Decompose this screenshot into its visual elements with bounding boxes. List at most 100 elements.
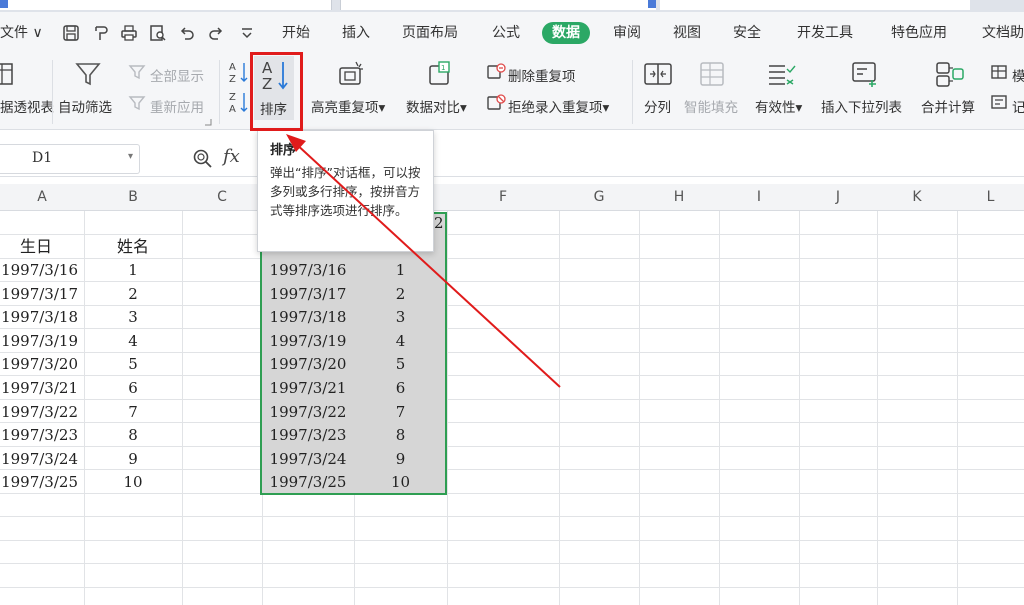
column-header-k[interactable]: K [877, 184, 957, 211]
table-cell-name[interactable]: 5 [84, 353, 182, 377]
merge-calc-button[interactable]: 合并计算 [921, 96, 975, 116]
column-header-j[interactable]: J [799, 184, 877, 211]
table-cell-name[interactable]: 3 [84, 306, 182, 330]
customize-dropdown-icon[interactable] [238, 24, 256, 42]
table-cell-name[interactable]: 7 [84, 401, 182, 425]
table-cell-birthday[interactable]: 1997/3/16 [0, 259, 84, 283]
table-cell-name-copy[interactable]: 5 [354, 353, 447, 377]
sort-ascending-icon[interactable]: AZ [228, 60, 250, 84]
table-cell-name[interactable]: 10 [84, 471, 182, 495]
table-cell-name-copy[interactable]: 1 [354, 259, 447, 283]
redo-icon[interactable] [207, 24, 225, 42]
table-cell-name[interactable]: 9 [84, 448, 182, 472]
table-cell-birthday-copy[interactable]: 1997/3/21 [262, 377, 354, 401]
table-cell-name[interactable]: 4 [84, 330, 182, 354]
table-cell-name-copy[interactable]: 9 [354, 448, 447, 472]
table-cell-birthday-copy[interactable]: 1997/3/24 [262, 448, 354, 472]
column-header-f[interactable]: F [447, 184, 559, 211]
name-box[interactable]: D1 ▾ [0, 144, 140, 174]
menu-data[interactable]: 数据 [542, 22, 590, 44]
record-button[interactable]: 记 [1012, 96, 1024, 116]
table-cell-name-copy[interactable]: 7 [354, 401, 447, 425]
template-button[interactable]: 模 [1012, 65, 1024, 85]
table-cell-birthday-copy[interactable]: 1997/3/16 [262, 259, 354, 283]
table-cell-birthday-copy[interactable]: 1997/3/20 [262, 353, 354, 377]
menu-start[interactable]: 开始 [282, 22, 310, 44]
zoom-search-icon[interactable] [192, 148, 214, 170]
menu-formula[interactable]: 公式 [492, 22, 520, 44]
table-cell-birthday[interactable]: 1997/3/21 [0, 377, 84, 401]
table-cell-name-copy[interactable]: 8 [354, 424, 447, 448]
menu-view[interactable]: 视图 [673, 22, 701, 44]
cell-a1-birthday[interactable]: 生日 [20, 235, 52, 259]
column-header-a[interactable]: A [0, 184, 84, 211]
table-cell-birthday[interactable]: 1997/3/19 [0, 330, 84, 354]
table-cell-birthday-copy[interactable]: 1997/3/18 [262, 306, 354, 330]
menu-developer[interactable]: 开发工具 [797, 22, 853, 44]
document-tab-2[interactable] [340, 0, 656, 10]
menu-bar: 文件 ∨ 开始 插入 页面布局 公式 数据 审阅 视图 安全 开发工具 特色应用… [0, 12, 1024, 54]
table-cell-name[interactable]: 1 [84, 259, 182, 283]
column-header-l[interactable]: L [957, 184, 1024, 211]
table-cell-birthday[interactable]: 1997/3/17 [0, 283, 84, 307]
table-cell-name-copy[interactable]: 10 [354, 471, 447, 495]
table-cell-name[interactable]: 6 [84, 377, 182, 401]
column-header-i[interactable]: I [719, 184, 799, 211]
menu-page-layout[interactable]: 页面布局 [402, 22, 458, 44]
table-cell-birthday[interactable]: 1997/3/23 [0, 424, 84, 448]
table-cell-birthday[interactable]: 1997/3/20 [0, 353, 84, 377]
table-cell-name-copy[interactable]: 4 [354, 330, 447, 354]
data-compare-button[interactable]: 数据对比▾ [406, 96, 467, 116]
show-all-button[interactable]: 全部显示 [150, 65, 204, 85]
column-header-b[interactable]: B [84, 184, 182, 211]
auto-filter-button[interactable]: 自动筛选 [58, 96, 112, 116]
table-cell-birthday[interactable]: 1997/3/25 [0, 471, 84, 495]
table-cell-birthday[interactable]: 1997/3/18 [0, 306, 84, 330]
cell-e-partial[interactable]: 2 [434, 212, 444, 236]
undo-icon[interactable] [178, 24, 196, 42]
chevron-down-icon[interactable]: ▾ [128, 151, 133, 162]
format-painter-icon[interactable] [92, 24, 110, 42]
table-cell-name-copy[interactable]: 2 [354, 283, 447, 307]
menu-review[interactable]: 审阅 [613, 22, 641, 44]
menu-special[interactable]: 特色应用 [891, 22, 947, 44]
insert-function-button[interactable]: fx [223, 146, 240, 167]
column-header-c[interactable]: C [182, 184, 262, 211]
pivot-table-button[interactable]: 据透视表 [0, 96, 54, 116]
table-cell-name-copy[interactable]: 3 [354, 306, 447, 330]
split-column-button[interactable]: 分列 [644, 96, 671, 116]
print-preview-icon[interactable] [149, 24, 167, 42]
table-cell-birthday-copy[interactable]: 1997/3/17 [262, 283, 354, 307]
svg-text:A: A [229, 104, 236, 114]
menu-insert[interactable]: 插入 [342, 22, 370, 44]
column-header-g[interactable]: G [559, 184, 639, 211]
column-header-h[interactable]: H [639, 184, 719, 211]
table-cell-birthday-copy[interactable]: 1997/3/19 [262, 330, 354, 354]
table-cell-birthday[interactable]: 1997/3/22 [0, 401, 84, 425]
document-tab-3[interactable] [660, 0, 970, 10]
menu-doc-assistant[interactable]: 文档助 [982, 22, 1024, 44]
sort-descending-icon[interactable]: ZA [228, 90, 250, 114]
validity-button[interactable]: 有效性▾ [755, 96, 802, 116]
grid-row-line [0, 234, 1024, 235]
insert-dropdown-button[interactable]: 插入下拉列表 [821, 96, 902, 116]
save-icon[interactable] [62, 24, 80, 42]
reject-duplicates-button[interactable]: 拒绝录入重复项▾ [508, 96, 609, 116]
smart-fill-button[interactable]: 智能填充 [684, 96, 738, 116]
print-icon[interactable] [120, 24, 138, 42]
table-cell-birthday-copy[interactable]: 1997/3/25 [262, 471, 354, 495]
document-tab[interactable] [0, 0, 332, 10]
group-expand-icon[interactable] [204, 118, 212, 126]
table-cell-name[interactable]: 8 [84, 424, 182, 448]
table-cell-birthday-copy[interactable]: 1997/3/23 [262, 424, 354, 448]
table-cell-name-copy[interactable]: 6 [354, 377, 447, 401]
cell-b1-name[interactable]: 姓名 [117, 235, 149, 259]
table-cell-name[interactable]: 2 [84, 283, 182, 307]
table-cell-birthday-copy[interactable]: 1997/3/22 [262, 401, 354, 425]
file-menu[interactable]: 文件 ∨ [0, 22, 43, 44]
reapply-button[interactable]: 重新应用 [150, 96, 204, 116]
table-cell-birthday[interactable]: 1997/3/24 [0, 448, 84, 472]
menu-security[interactable]: 安全 [733, 22, 761, 44]
remove-duplicates-button[interactable]: 删除重复项 [508, 65, 576, 85]
highlight-duplicates-button[interactable]: 高亮重复项▾ [311, 96, 385, 116]
